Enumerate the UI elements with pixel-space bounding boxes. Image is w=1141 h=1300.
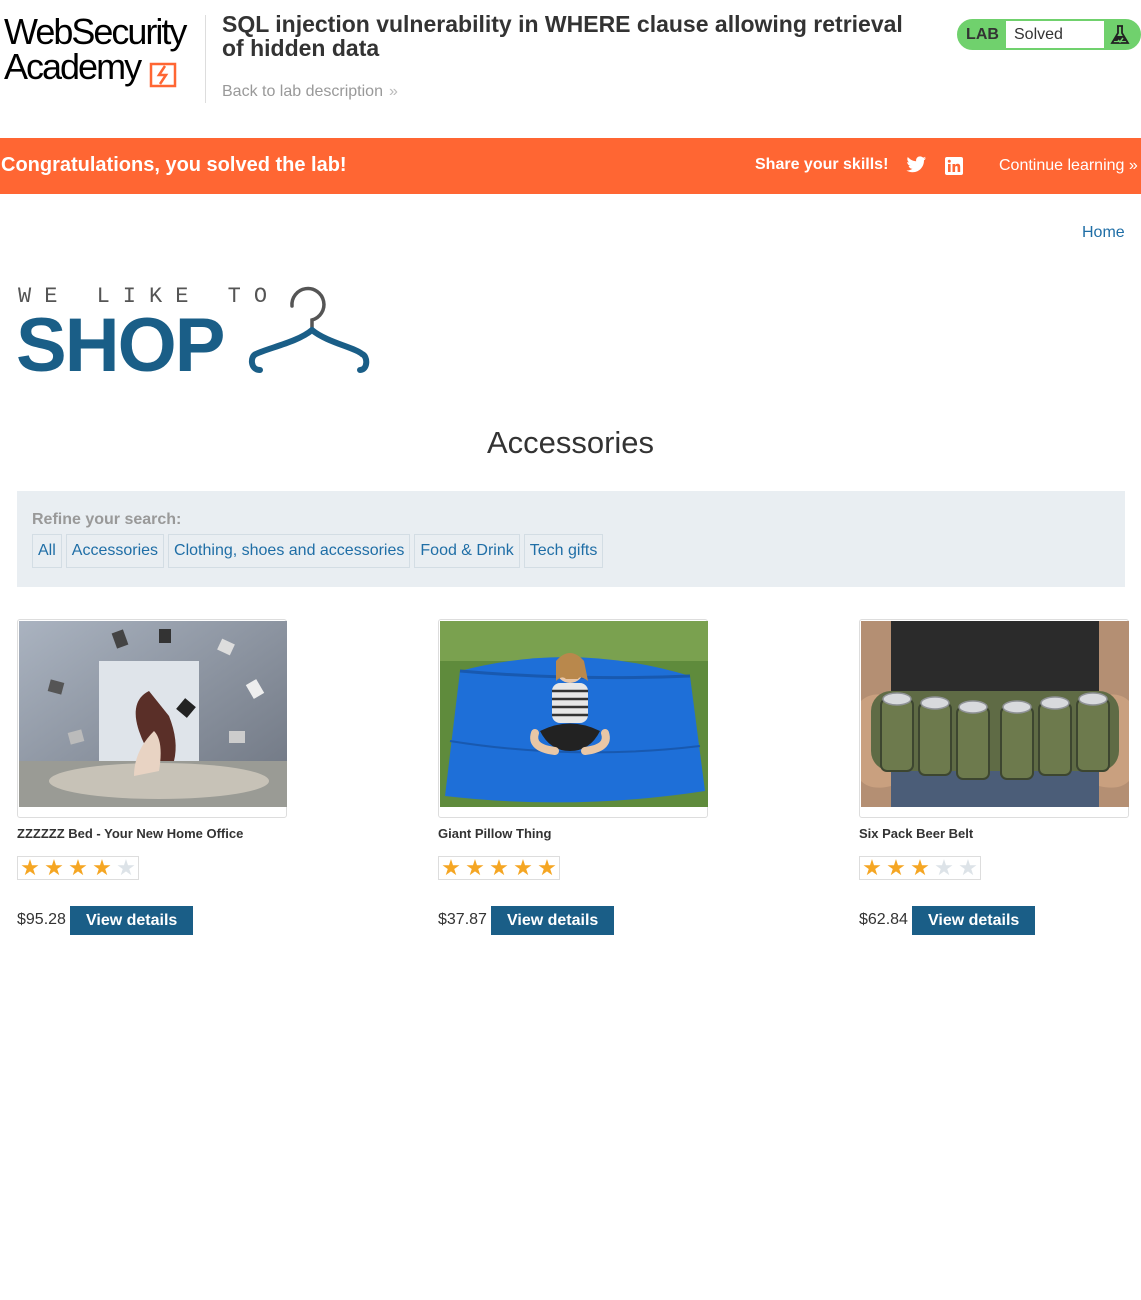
filter-clothing[interactable]: Clothing, shoes and accessories	[168, 534, 411, 568]
star-filled-icon: ★	[489, 855, 509, 880]
product-name: Giant Pillow Thing	[438, 826, 552, 841]
star-filled-icon: ★	[68, 855, 88, 880]
page-heading: Accessories	[486, 425, 655, 460]
academy-header: WebSecurity Academy SQL injection vulner…	[0, 0, 1141, 120]
star-filled-icon: ★	[910, 855, 930, 880]
filter-tech-gifts[interactable]: Tech gifts	[523, 534, 604, 568]
filter-all[interactable]: All	[32, 534, 62, 568]
share-skills-label: Share your skills!	[755, 156, 889, 173]
continue-learning-link[interactable]: Continue learning »	[999, 157, 1138, 175]
product-image-frame	[438, 619, 708, 818]
shop-logo: WE LIKE TO SHOP	[16, 282, 376, 386]
star-filled-icon: ★	[513, 855, 533, 880]
filter-panel: Refine your search: All Accessories Clot…	[17, 491, 1125, 587]
product-image[interactable]	[19, 621, 287, 807]
lab-status-value: Solved	[1006, 21, 1104, 48]
lab-status-label: LAB	[966, 26, 999, 43]
product-price: $95.28	[17, 911, 66, 928]
lab-status-widget: LAB Solved	[957, 19, 1141, 50]
double-chevron-right-icon: »	[388, 83, 398, 100]
logo-line2: Academy	[4, 46, 142, 87]
product-rating: ★ ★ ★ ★ ★	[859, 856, 981, 880]
congratulations-message: Congratulations, you solved the lab!	[1, 154, 347, 176]
star-filled-icon: ★	[465, 855, 485, 880]
web-security-academy-logo[interactable]: WebSecurity Academy	[4, 14, 204, 90]
logo-line1: WebSecurity	[4, 11, 187, 52]
academy-mark-icon	[149, 62, 176, 88]
product-price: $62.84	[859, 911, 908, 928]
star-filled-icon: ★	[44, 855, 64, 880]
filter-food-drink[interactable]: Food & Drink	[414, 534, 520, 568]
product-image-frame	[859, 619, 1129, 818]
refine-search-label: Refine your search:	[32, 511, 182, 528]
back-link-label: Back to lab description	[222, 83, 383, 100]
linkedin-icon[interactable]	[945, 157, 963, 180]
product-image[interactable]	[440, 621, 708, 807]
star-empty-icon: ★	[958, 855, 978, 880]
view-details-button[interactable]: View details	[491, 906, 615, 935]
product-card: Six Pack Beer Belt ★ ★ ★ ★ ★ $62.84 View det…	[859, 619, 1131, 939]
double-chevron-right-icon: »	[1128, 157, 1138, 174]
star-filled-icon: ★	[862, 855, 882, 880]
filter-links: All Accessories Clothing, shoes and acce…	[32, 534, 604, 568]
lab-solved-banner: Congratulations, you solved the lab! Sha…	[0, 138, 1141, 194]
star-empty-icon: ★	[116, 855, 136, 880]
view-details-button[interactable]: View details	[70, 906, 194, 935]
product-name: ZZZZZZ Bed - Your New Home Office	[17, 826, 244, 841]
product-rating: ★ ★ ★ ★ ★	[438, 856, 560, 880]
product-card: Giant Pillow Thing ★ ★ ★ ★ ★ $37.87 View det…	[438, 619, 710, 939]
product-image-frame	[17, 619, 287, 818]
product-name: Six Pack Beer Belt	[859, 826, 974, 841]
star-filled-icon: ★	[441, 855, 461, 880]
product-card: ZZZZZZ Bed - Your New Home Office ★ ★ ★ ★ ★ …	[17, 619, 289, 939]
product-price: $37.87	[438, 911, 487, 928]
nav-home-link[interactable]: Home	[1082, 224, 1125, 242]
star-filled-icon: ★	[92, 855, 112, 880]
header-divider	[205, 15, 206, 103]
filter-accessories[interactable]: Accessories	[65, 534, 165, 568]
shop-logo-word: SHOP	[16, 303, 225, 388]
star-empty-icon: ★	[934, 855, 954, 880]
flask-icon	[1110, 25, 1130, 44]
product-image[interactable]	[861, 621, 1129, 807]
star-filled-icon: ★	[537, 855, 557, 880]
view-details-button[interactable]: View details	[912, 906, 1036, 935]
product-rating: ★ ★ ★ ★ ★	[17, 856, 139, 880]
star-filled-icon: ★	[20, 855, 40, 880]
back-to-lab-description-link[interactable]: Back to lab description »	[222, 83, 398, 101]
twitter-icon[interactable]	[906, 156, 927, 179]
clothes-hanger-icon	[248, 286, 370, 373]
star-filled-icon: ★	[886, 855, 906, 880]
lab-title: SQL injection vulnerability in WHERE cla…	[222, 11, 903, 61]
continue-learning-label: Continue learning	[999, 157, 1125, 174]
